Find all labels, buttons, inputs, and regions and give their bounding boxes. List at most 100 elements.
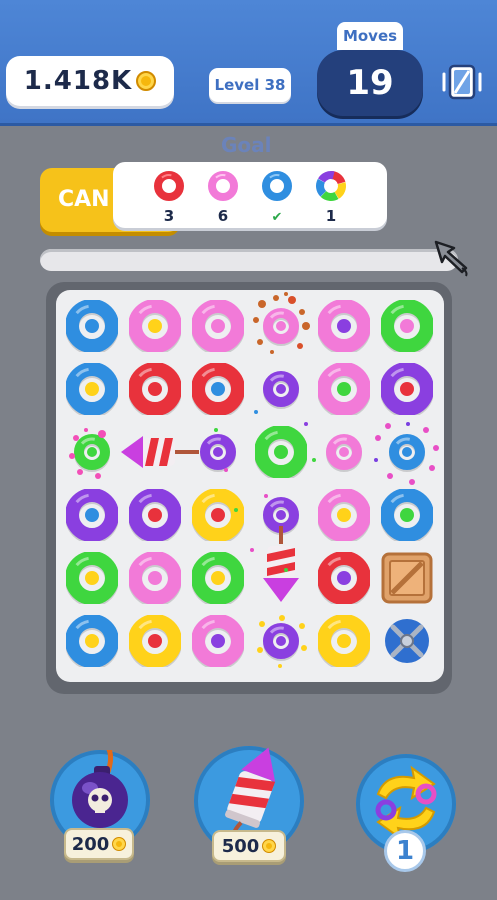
board-tile[interactable] (129, 615, 181, 667)
ring-icon (66, 489, 118, 541)
coin-icon (136, 71, 157, 91)
pink-ring-icon (208, 171, 238, 201)
rocket-price-value: 500 (221, 835, 260, 857)
board-tile[interactable] (381, 426, 433, 478)
ring-icon (66, 552, 118, 604)
board-tile[interactable] (255, 363, 307, 415)
board-tile[interactable] (129, 489, 181, 541)
ring-icon (74, 434, 110, 472)
goal-item-red: 3 (149, 170, 189, 225)
ring-icon (263, 308, 299, 346)
bomb-price: 200 (64, 828, 134, 860)
spinner-icon (385, 619, 429, 663)
ring-icon (192, 489, 244, 541)
board-tile[interactable] (255, 300, 307, 352)
goal-item-rainbow: 1 (311, 170, 351, 225)
goal-title: Goal (221, 133, 272, 157)
crate-icon (381, 552, 433, 604)
blue-ring-icon (262, 171, 292, 201)
ring-icon (318, 363, 370, 415)
progress-bar (40, 249, 458, 271)
board-tile[interactable] (318, 300, 370, 352)
goal-count-red: 3 (163, 207, 175, 225)
board-tile[interactable] (192, 300, 244, 352)
goal-count-pink: 6 (217, 207, 229, 225)
board-tile[interactable] (318, 426, 370, 478)
goal-count-rainbow: 1 (325, 207, 337, 225)
goal-complete: ✔ (257, 207, 297, 225)
board-tile[interactable] (255, 526, 307, 604)
ring-icon (129, 552, 181, 604)
ring-icon (326, 434, 362, 472)
board-tile[interactable] (255, 615, 307, 667)
ring-icon (192, 615, 244, 667)
red-ring-icon (154, 171, 184, 201)
board-tile[interactable] (129, 363, 181, 415)
ring-icon (129, 300, 181, 352)
board-tile[interactable] (318, 615, 370, 667)
board-tile[interactable] (192, 363, 244, 415)
ring-icon (129, 363, 181, 415)
checkmark-icon: ✔ (271, 210, 283, 225)
board-tile[interactable] (66, 615, 118, 667)
moves-label: Moves (337, 22, 403, 50)
ring-icon (318, 615, 370, 667)
ring-icon (192, 363, 244, 415)
menu-button[interactable] (440, 60, 484, 104)
ring-icon (318, 552, 370, 604)
board-tile[interactable] (381, 489, 433, 541)
board-tile[interactable] (121, 426, 199, 478)
ring-icon (318, 489, 370, 541)
moves-counter: 19 (317, 50, 423, 116)
ring-icon (263, 623, 299, 661)
board-tile[interactable] (66, 300, 118, 352)
game-board[interactable] (56, 290, 444, 682)
rocket-icon (121, 436, 199, 468)
ring-icon (66, 363, 118, 415)
coin-balance[interactable]: 1.418K (6, 56, 174, 106)
board-tile[interactable] (381, 552, 433, 604)
board-tile[interactable] (192, 552, 244, 604)
board-tile[interactable] (255, 426, 307, 478)
cursor-icon (432, 238, 474, 278)
ring-icon (381, 363, 433, 415)
ring-icon (381, 300, 433, 352)
rainbow-ring-icon (316, 170, 346, 201)
board-tile[interactable] (381, 615, 433, 667)
ring-icon (200, 434, 236, 472)
ring-icon (192, 552, 244, 604)
board-tile[interactable] (129, 300, 181, 352)
board-tile[interactable] (381, 300, 433, 352)
board-tile[interactable] (192, 615, 244, 667)
board-tile[interactable] (318, 363, 370, 415)
rocket-price: 500 (212, 830, 286, 862)
rocket-icon (263, 526, 299, 602)
ring-icon (318, 300, 370, 352)
board-tile[interactable] (66, 552, 118, 604)
board-tile[interactable] (129, 552, 181, 604)
ring-icon (129, 489, 181, 541)
board-tile[interactable] (192, 426, 244, 478)
board-tile[interactable] (318, 552, 370, 604)
ring-icon (66, 300, 118, 352)
board-tile[interactable] (66, 426, 118, 478)
board-tile[interactable] (66, 489, 118, 541)
ring-icon (129, 615, 181, 667)
ring-icon (192, 300, 244, 352)
ring-icon (389, 434, 425, 472)
goal-item-pink: 6 (203, 170, 243, 225)
top-bar: 1.418K Level 38 Moves 19 (0, 0, 497, 126)
coin-amount: 1.418K (23, 66, 133, 96)
board-tile[interactable] (318, 489, 370, 541)
ring-icon (66, 615, 118, 667)
coin-icon (112, 837, 127, 851)
swap-count-badge: 1 (384, 830, 426, 872)
goal-item-blue: ✔ (257, 170, 297, 225)
board-tile[interactable] (192, 489, 244, 541)
coin-icon (262, 839, 277, 853)
board-tile[interactable] (66, 363, 118, 415)
board-tile[interactable] (381, 363, 433, 415)
bomb-price-value: 200 (71, 833, 110, 855)
cards-icon (442, 64, 482, 100)
level-indicator: Level 38 (209, 68, 291, 102)
